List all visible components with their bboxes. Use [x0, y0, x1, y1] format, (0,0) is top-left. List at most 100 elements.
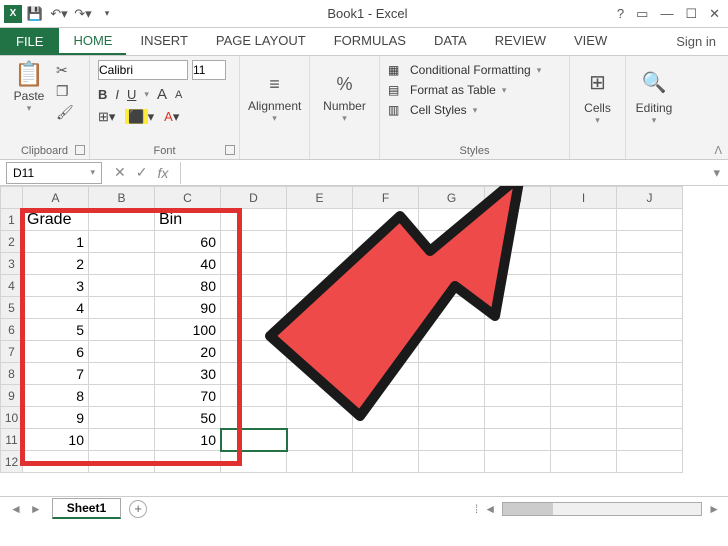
column-header[interactable]: B	[89, 187, 155, 209]
tab-data[interactable]: DATA	[420, 28, 481, 55]
tab-file[interactable]: FILE	[0, 28, 59, 55]
copy-icon[interactable]: ❐	[56, 83, 74, 100]
cell[interactable]	[287, 407, 353, 429]
cell[interactable]: 80	[155, 275, 221, 297]
cell[interactable]	[287, 385, 353, 407]
clipboard-dialog-icon[interactable]	[75, 145, 85, 155]
cell[interactable]: 3	[23, 275, 89, 297]
help-icon[interactable]: ?	[617, 6, 624, 21]
cell[interactable]	[155, 451, 221, 473]
cell[interactable]	[89, 407, 155, 429]
cell[interactable]	[353, 275, 419, 297]
sign-in-link[interactable]: Sign in	[664, 28, 728, 55]
cell[interactable]	[485, 363, 551, 385]
cell[interactable]	[617, 209, 683, 231]
cell[interactable]	[89, 319, 155, 341]
cell[interactable]	[551, 385, 617, 407]
cell[interactable]: 50	[155, 407, 221, 429]
font-color-button[interactable]: A▾	[164, 109, 179, 125]
cell[interactable]	[353, 385, 419, 407]
cell[interactable]: 20	[155, 341, 221, 363]
font-dialog-icon[interactable]	[225, 145, 235, 155]
paste-button[interactable]: 📋 Paste ▾	[8, 60, 50, 121]
sheet-nav-next-icon[interactable]: ►	[30, 502, 42, 516]
cell[interactable]	[551, 319, 617, 341]
cell[interactable]	[485, 341, 551, 363]
cell[interactable]	[485, 275, 551, 297]
cell[interactable]	[485, 451, 551, 473]
cell[interactable]	[353, 429, 419, 451]
number-icon[interactable]: %	[318, 74, 371, 95]
row-header[interactable]: 7	[1, 341, 23, 363]
cell[interactable]: 6	[23, 341, 89, 363]
add-sheet-button[interactable]: +	[129, 500, 147, 518]
row-header[interactable]: 8	[1, 363, 23, 385]
column-header[interactable]: E	[287, 187, 353, 209]
row-header[interactable]: 10	[1, 407, 23, 429]
horizontal-scrollbar[interactable]	[502, 502, 702, 516]
name-box[interactable]: D11 ▾	[6, 162, 102, 184]
cell[interactable]	[89, 253, 155, 275]
cell[interactable]	[419, 253, 485, 275]
cell[interactable]	[485, 429, 551, 451]
borders-button[interactable]: ⊞▾	[98, 109, 115, 125]
cell[interactable]	[287, 253, 353, 275]
cell[interactable]	[353, 297, 419, 319]
cell[interactable]	[617, 341, 683, 363]
cell[interactable]	[485, 297, 551, 319]
cell[interactable]	[353, 363, 419, 385]
bold-button[interactable]: B	[98, 87, 107, 102]
cut-icon[interactable]: ✂	[56, 62, 74, 79]
cell[interactable]	[617, 231, 683, 253]
cell[interactable]	[485, 385, 551, 407]
shrink-font-button[interactable]: A	[175, 89, 182, 101]
cell[interactable]	[287, 341, 353, 363]
cell[interactable]: 4	[23, 297, 89, 319]
cell[interactable]	[221, 341, 287, 363]
column-header[interactable]: I	[551, 187, 617, 209]
column-header[interactable]: H	[485, 187, 551, 209]
cell[interactable]: 90	[155, 297, 221, 319]
cell[interactable]	[617, 407, 683, 429]
cell[interactable]: 30	[155, 363, 221, 385]
cell[interactable]	[221, 231, 287, 253]
cell[interactable]	[89, 363, 155, 385]
cell[interactable]	[617, 363, 683, 385]
cell[interactable]	[419, 407, 485, 429]
cell[interactable]: 40	[155, 253, 221, 275]
cell[interactable]	[89, 341, 155, 363]
sheet-nav-prev-icon[interactable]: ◄	[10, 502, 22, 516]
cell[interactable]	[617, 385, 683, 407]
cell[interactable]	[617, 297, 683, 319]
cell[interactable]	[419, 231, 485, 253]
expand-formula-bar-icon[interactable]: ▾	[705, 165, 728, 181]
worksheet-grid[interactable]: ABCDEFGHIJ1GradeBin216032404380549065100…	[0, 186, 728, 496]
cell[interactable]	[221, 275, 287, 297]
close-icon[interactable]: ✕	[709, 6, 720, 22]
cell[interactable]	[419, 429, 485, 451]
cell[interactable]	[287, 275, 353, 297]
column-header[interactable]: A	[23, 187, 89, 209]
cell[interactable]	[353, 253, 419, 275]
tab-formulas[interactable]: FORMULAS	[320, 28, 420, 55]
column-header[interactable]: C	[155, 187, 221, 209]
cell[interactable]: 60	[155, 231, 221, 253]
cell[interactable]	[287, 231, 353, 253]
cell[interactable]	[353, 209, 419, 231]
cell[interactable]	[551, 231, 617, 253]
format-painter-icon[interactable]: 🖌	[56, 104, 74, 121]
cell[interactable]	[551, 451, 617, 473]
scroll-right-icon[interactable]: ►	[708, 502, 720, 516]
format-as-table-button[interactable]: ▤ Format as Table▾	[388, 80, 561, 100]
row-header[interactable]: 11	[1, 429, 23, 451]
cell[interactable]	[485, 253, 551, 275]
row-header[interactable]: 1	[1, 209, 23, 231]
alignment-icon[interactable]: ≡	[248, 74, 301, 95]
cell[interactable]	[287, 319, 353, 341]
cell[interactable]	[353, 407, 419, 429]
cell[interactable]	[89, 429, 155, 451]
cell[interactable]	[551, 341, 617, 363]
cell[interactable]	[617, 319, 683, 341]
tab-pagelayout[interactable]: PAGE LAYOUT	[202, 28, 320, 55]
cell[interactable]: 70	[155, 385, 221, 407]
